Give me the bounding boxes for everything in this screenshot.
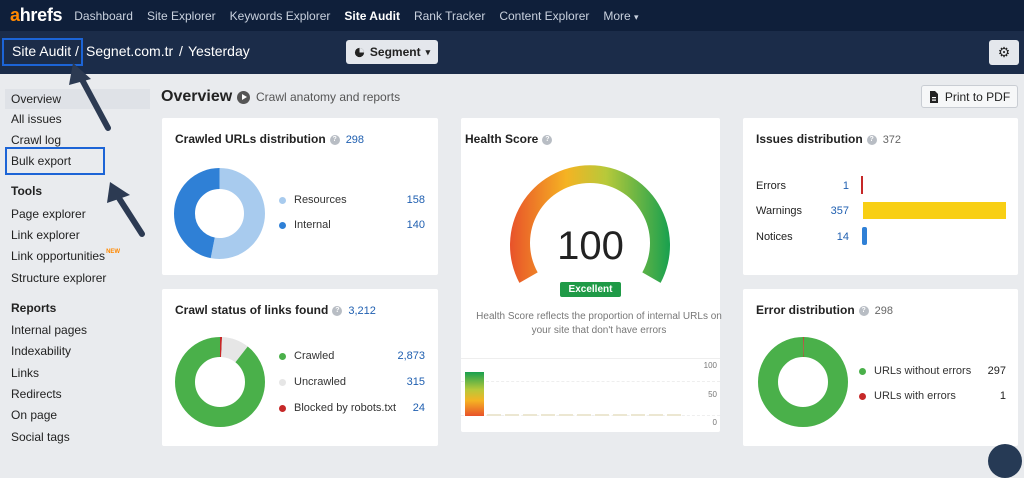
arrow-to-site-audit xyxy=(69,63,111,131)
arrow-to-bulk-export xyxy=(107,182,145,237)
chat-bubble-button[interactable] xyxy=(988,444,1022,478)
annotation-arrows xyxy=(69,63,145,237)
